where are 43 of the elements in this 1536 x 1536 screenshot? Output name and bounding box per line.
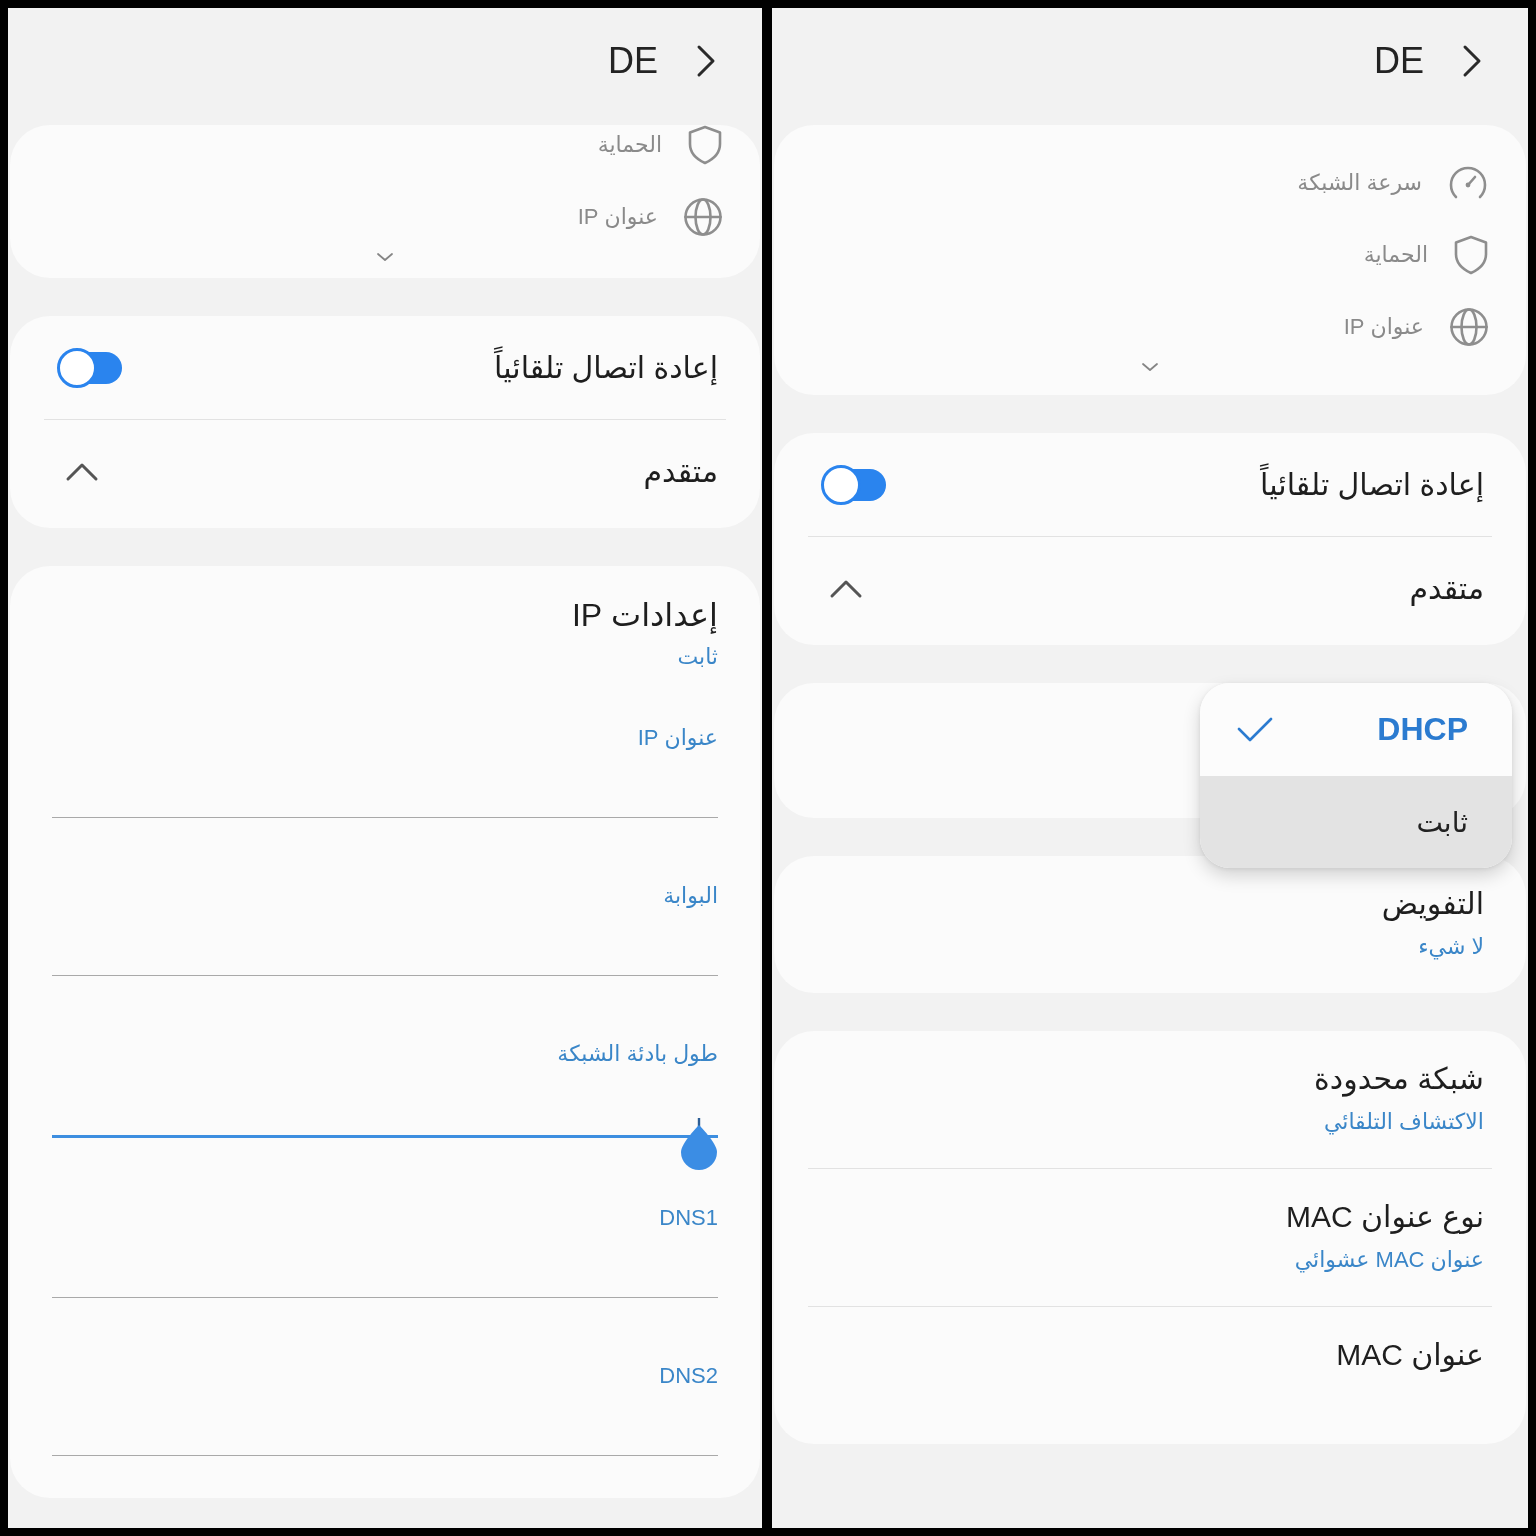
toggle-switch[interactable] bbox=[820, 463, 888, 506]
menu-item[interactable]: ثابت bbox=[1200, 776, 1512, 868]
network-name: DE bbox=[1374, 39, 1424, 82]
setting-label: التفويض bbox=[1381, 886, 1484, 923]
info-label: عنوان IP bbox=[1343, 313, 1424, 341]
chevron-down-icon[interactable] bbox=[376, 252, 394, 262]
setting-label: عنوان MAC bbox=[1336, 1337, 1484, 1374]
chevron-down-icon[interactable] bbox=[1141, 362, 1159, 372]
section-label: متقدم bbox=[1409, 571, 1484, 608]
caret-up-icon[interactable] bbox=[829, 579, 863, 599]
setting-value: الاكتشاف التلقائي bbox=[1323, 1108, 1484, 1137]
slider-thumb[interactable] bbox=[680, 1118, 718, 1170]
info-label: سرعة الشبكة bbox=[1297, 169, 1422, 197]
slider-track[interactable] bbox=[52, 1118, 718, 1170]
setting-label: إعادة اتصال تلقائياً bbox=[1260, 465, 1484, 504]
setting-value: عنوان MAC عشوائي bbox=[1294, 1246, 1484, 1275]
shield-icon bbox=[1454, 235, 1488, 275]
field-label: البوابة bbox=[663, 882, 718, 910]
chevron-right-icon[interactable] bbox=[696, 43, 716, 78]
shield-icon bbox=[688, 125, 722, 165]
setting-label: إعدادات IP bbox=[571, 596, 718, 635]
info-label: عنوان IP bbox=[577, 203, 658, 231]
menu-item[interactable]: DHCP bbox=[1200, 683, 1512, 776]
chevron-right-icon[interactable] bbox=[1462, 43, 1482, 78]
setting-value: لا شيء bbox=[1418, 933, 1484, 962]
field-label: DNS1 bbox=[659, 1204, 718, 1232]
gauge-icon bbox=[1448, 166, 1488, 200]
field-label: عنوان IP bbox=[637, 724, 718, 752]
check-icon bbox=[1237, 717, 1273, 742]
setting-label: شبكة محدودة bbox=[1314, 1061, 1484, 1098]
network-name: DE bbox=[608, 39, 658, 82]
toggle-switch[interactable] bbox=[56, 346, 124, 389]
info-label: الحماية bbox=[1363, 241, 1428, 269]
globe-icon bbox=[684, 198, 722, 236]
setting-value: ثابت bbox=[677, 643, 718, 671]
field-label: DNS2 bbox=[659, 1362, 718, 1390]
caret-up-icon[interactable] bbox=[65, 462, 99, 482]
globe-icon bbox=[1450, 308, 1488, 346]
setting-label: إعادة اتصال تلقائياً bbox=[494, 348, 718, 387]
info-label: الحماية bbox=[597, 131, 662, 159]
setting-label: نوع عنوان MAC bbox=[1286, 1199, 1484, 1236]
field-label: طول بادئة الشبكة bbox=[557, 1040, 718, 1068]
section-label: متقدم bbox=[643, 454, 718, 491]
